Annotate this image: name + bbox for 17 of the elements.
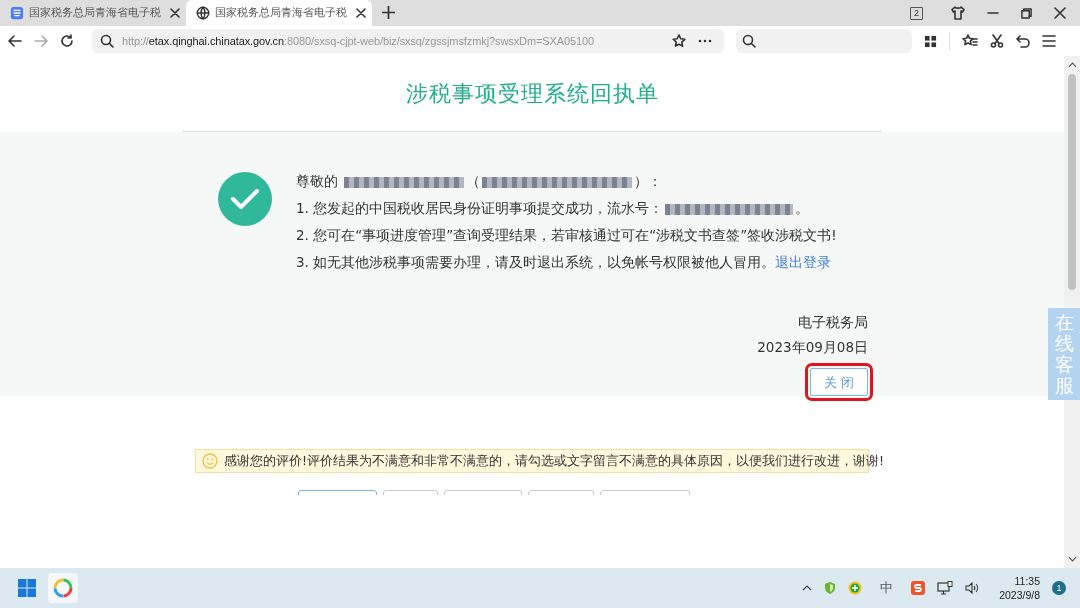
taskbar-clock[interactable]: 11:35 2023/9/8 [999, 574, 1040, 602]
url-text: http://etax.qinghai.chinatax.gov.cn:8080/sxsq-cjpt-web/biz/sxsq/zgssjmsfzmkj?swsxDm=SXA05100 [122, 35, 596, 47]
greeting-text: 尊敬的 （ ）： [296, 172, 664, 191]
message-line: 1. 您发起的中国税收居民身份证明事项提交成功，流水号： 。 [296, 199, 811, 218]
input-method-indicator[interactable]: 中 [880, 579, 894, 597]
tab-count[interactable]: 2 [910, 6, 923, 20]
date-text: 2023年09月08日 [757, 338, 868, 357]
address-bar[interactable]: http://etax.qinghai.chinatax.gov.cn:8080/sxsq-cjpt-web/biz/sxsq/zgssjmsfzmkj?swsxDm=SXA05100 [92, 29, 724, 53]
message-line: 2. 您可在“事项进度管理”查询受理结果，若审核通过可在“涉税文书查签”签收涉税文书! [296, 226, 837, 245]
browser-tab[interactable]: 国家税务总局青海省电子税 [186, 0, 372, 26]
browser-tab[interactable]: 国家税务总局青海省电子税 [0, 0, 186, 26]
page-title: 涉税事项受理系统回执单 [404, 79, 660, 108]
logout-link[interactable]: 退出登录 [775, 254, 832, 270]
notification-badge[interactable]: 1 [1052, 581, 1066, 595]
notice-text: 感谢您的评价!评价结果为不满意和非常不满意的，请勾选或文字留言不满意的具体原因，以便我们进行改进，谢谢! [224, 452, 885, 470]
issuer-text: 电子税务局 [798, 313, 868, 332]
message-line: 3. 如无其他涉税事项需要办理，请及时退出系统，以免帐号权限被他人冒用。退出登录 [296, 253, 833, 272]
